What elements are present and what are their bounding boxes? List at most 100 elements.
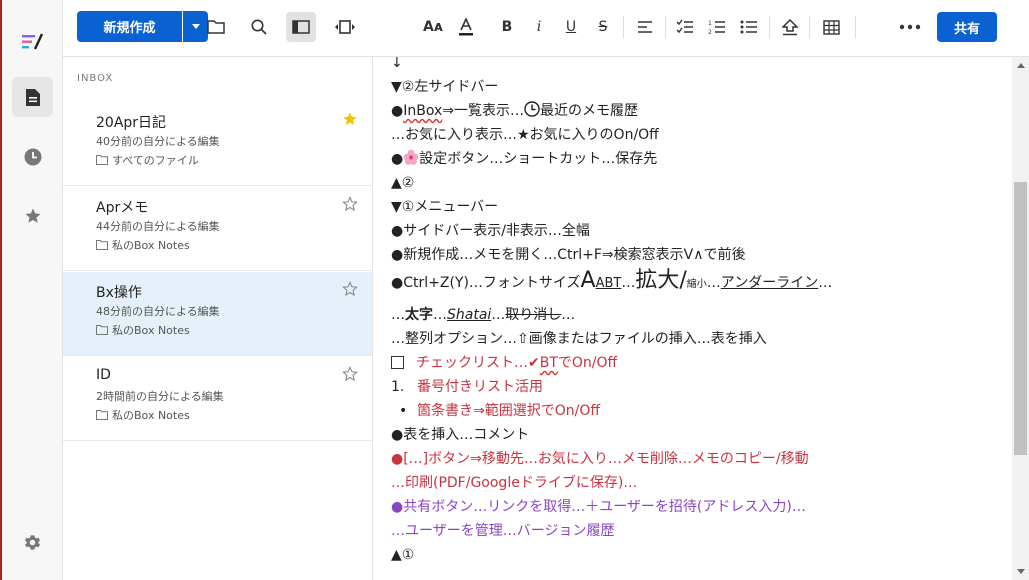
bold-icon: B <box>501 19 513 35</box>
svg-text:1: 1 <box>708 20 712 27</box>
checkbox[interactable] <box>391 356 404 369</box>
table-icon <box>822 19 840 35</box>
editor-line: ●新規作成…メモを開く…Ctrl+F⇒検索窓表示V∧で前後 <box>391 247 746 263</box>
note-title: ID <box>96 367 111 383</box>
editor-line: ▲① <box>391 547 415 563</box>
checklist-button[interactable] <box>670 12 700 42</box>
folder-icon <box>96 240 108 250</box>
editor-line: ●表を挿入…コメント <box>391 427 530 443</box>
favorites-nav-button[interactable] <box>12 196 53 236</box>
notes-sidebar: INBOX 20Apr日記 40分前の自分による編集 すべてのファイル Aprメ… <box>63 57 373 580</box>
numbered-list-item: 1. 番号付きリスト活用 <box>391 379 543 395</box>
settings-nav-button[interactable] <box>12 522 53 562</box>
note-folder: 私のBox Notes <box>96 322 190 338</box>
italic-button[interactable]: i <box>524 12 554 42</box>
folder-icon <box>96 155 108 165</box>
editor-line: ●共有ボタン…リンクを取得…＋ユーザーを招待(アドレス入力)… <box>391 499 806 515</box>
toolbar-divider <box>769 16 770 38</box>
editor-line: ↓ <box>391 57 403 71</box>
favorite-star-icon[interactable] <box>342 111 358 127</box>
full-width-button[interactable] <box>330 12 360 42</box>
note-edited-info: 48分前の自分による編集 <box>96 305 220 318</box>
bold-button[interactable]: B <box>492 12 522 42</box>
insert-file-button[interactable] <box>775 12 805 42</box>
editor-line: ●Ctrl+Z(Y)…フォントサイズAABT…拡大/縮小…アンダーライン… <box>391 268 833 293</box>
toggle-sidebar-button[interactable] <box>286 12 316 42</box>
new-note-button[interactable]: 新規作成 <box>77 11 182 42</box>
editor-line: ▲② <box>391 175 415 191</box>
favorite-star-icon[interactable] <box>342 281 358 297</box>
note-edited-info: 2時間前の自分による編集 <box>96 390 224 403</box>
editor-line: …印刷(PDF/Googleドライブに保存)… <box>391 475 638 491</box>
font-size-button[interactable]: Aᴀ <box>418 12 448 42</box>
search-icon <box>251 19 267 35</box>
align-button[interactable] <box>630 12 660 42</box>
search-button[interactable] <box>244 12 274 42</box>
bullet-list-icon <box>740 20 757 34</box>
scroll-down-arrow-icon <box>1016 569 1025 574</box>
note-title: 20Apr日記 <box>96 115 167 131</box>
editor-scrollbar[interactable] <box>1012 57 1029 580</box>
share-button[interactable]: 共有 <box>937 12 997 42</box>
open-note-button[interactable] <box>201 12 231 42</box>
numbered-list-button[interactable]: 12 <box>702 12 732 42</box>
gear-icon <box>24 534 41 550</box>
more-options-button[interactable] <box>893 12 927 42</box>
scroll-up-button[interactable] <box>1012 57 1029 74</box>
document-icon <box>25 88 40 106</box>
more-dots-icon <box>899 24 921 30</box>
note-folder: 私のBox Notes <box>96 237 190 253</box>
note-folder: 私のBox Notes <box>96 407 190 423</box>
toolbar-divider <box>809 16 810 38</box>
inbox-heading: INBOX <box>77 73 114 84</box>
text-color-button[interactable] <box>451 12 481 42</box>
editor-line: ●サイドバー表示/非表示…全幅 <box>391 223 590 239</box>
notes-nav-button[interactable] <box>12 77 53 117</box>
note-list-item[interactable]: Aprメモ 44分前の自分による編集 私のBox Notes <box>63 187 372 271</box>
note-edited-info: 40分前の自分による編集 <box>96 135 220 148</box>
note-editor[interactable]: ↓ ▼②左サイドバー ●InBox⇒一覧表示… 最近のメモ履歴 …お気に入り表示…… <box>374 57 1012 580</box>
note-folder-label: 私のBox Notes <box>112 409 190 422</box>
scroll-down-button[interactable] <box>1012 563 1029 580</box>
favorite-star-icon[interactable] <box>342 366 358 382</box>
font-size-icon: Aᴀ <box>423 19 443 35</box>
toolbar-divider <box>855 16 856 38</box>
favorite-star-icon[interactable] <box>342 196 358 212</box>
scroll-up-arrow-icon <box>1016 63 1025 68</box>
note-folder-label: 私のBox Notes <box>112 324 190 337</box>
note-title: Aprメモ <box>96 200 149 216</box>
editor-line: ▼①メニューバー <box>391 199 499 215</box>
expand-width-icon <box>335 20 355 34</box>
recent-nav-button[interactable] <box>12 137 53 177</box>
text-color-icon <box>459 18 473 36</box>
toolbar-divider <box>623 16 624 38</box>
editor-line: ▼②左サイドバー <box>391 79 499 95</box>
editor-line: …お気に入り表示…★お気に入りのOn/Off <box>391 127 659 143</box>
editor-line: ●InBox⇒一覧表示… 最近のメモ履歴 <box>391 101 638 119</box>
folder-icon <box>96 325 108 335</box>
note-list-item[interactable]: Bx操作 48分前の自分による編集 私のBox Notes <box>63 272 372 356</box>
insert-table-button[interactable] <box>816 12 846 42</box>
scrollbar-thumb[interactable] <box>1014 182 1027 455</box>
svg-text:2: 2 <box>708 29 712 35</box>
flower-icon <box>403 149 419 165</box>
underline-icon: U <box>565 19 577 35</box>
clock-icon <box>24 148 41 166</box>
strikethrough-button[interactable]: S <box>588 12 618 42</box>
note-edited-info: 44分前の自分による編集 <box>96 220 220 233</box>
underline-button[interactable]: U <box>556 12 586 42</box>
app-logo-icon[interactable] <box>12 22 53 62</box>
star-icon <box>25 208 40 223</box>
note-folder-label: すべてのファイル <box>112 154 199 167</box>
italic-icon: i <box>536 19 542 35</box>
note-list-item[interactable]: ID 2時間前の自分による編集 私のBox Notes <box>63 357 372 441</box>
editor-line: …ユーザーを管理…バージョン履歴 <box>391 523 615 539</box>
folder-icon <box>96 410 108 420</box>
top-toolbar: 新規作成 Aᴀ B i U S 12 共有 <box>63 0 1029 57</box>
checklist-icon <box>676 19 693 34</box>
note-list-item[interactable]: 20Apr日記 40分前の自分による編集 すべてのファイル <box>63 102 372 186</box>
bullet-list-item: • 箇条書き⇒範囲選択でOn/Off <box>399 403 601 419</box>
editor-line: …整列オプション…⇧画像またはファイルの挿入…表を挿入 <box>391 331 767 347</box>
bullet-list-button[interactable] <box>734 12 764 42</box>
sidebar-icon <box>292 20 310 34</box>
